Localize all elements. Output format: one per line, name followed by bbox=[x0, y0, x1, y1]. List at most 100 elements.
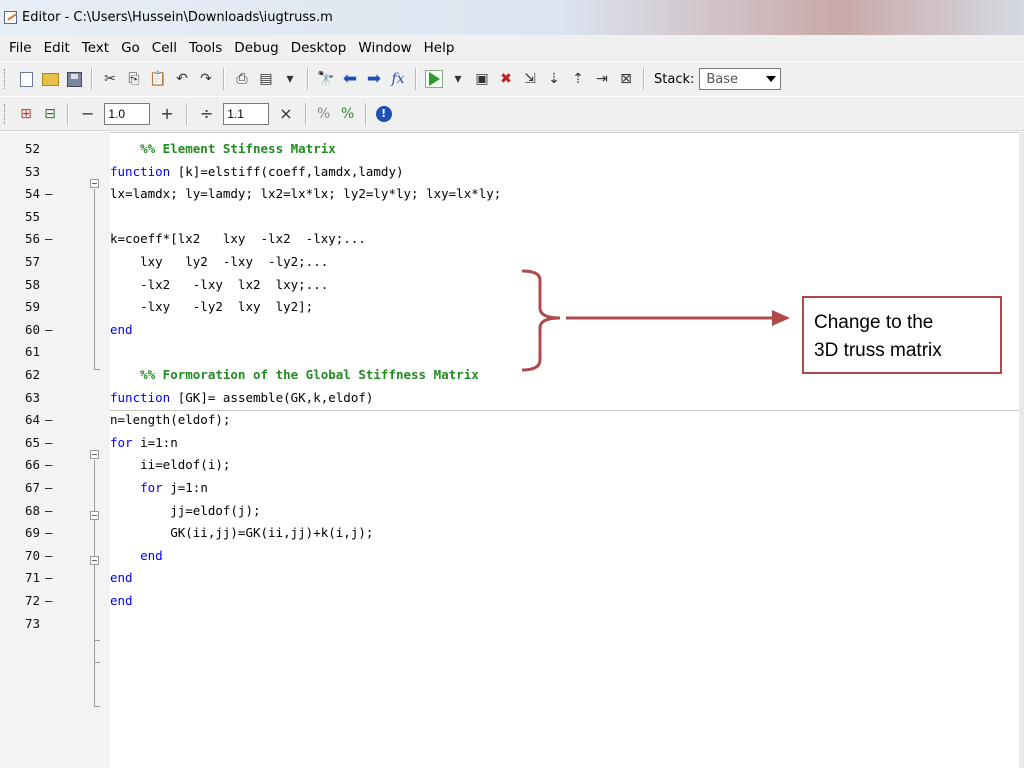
decrement-button[interactable]: − bbox=[81, 104, 94, 123]
decrement-value-input[interactable] bbox=[104, 102, 151, 125]
breakpoint-marker[interactable]: – bbox=[45, 480, 53, 495]
code-line[interactable]: 54– lx=lamdx; ly=lamdy; lx2=lx*lx; ly2=ly… bbox=[0, 183, 1024, 205]
breakpoint-marker[interactable]: – bbox=[45, 186, 53, 201]
breakpoint-marker[interactable]: – bbox=[45, 525, 53, 540]
breakpoint-marker[interactable]: – bbox=[45, 548, 53, 563]
step-in-button[interactable]: ⇣ bbox=[545, 70, 563, 88]
fold-end-marker bbox=[94, 369, 100, 370]
increment-button[interactable]: + bbox=[160, 104, 173, 123]
code-line[interactable]: 56– k=coeff*[lx2 lxy -lx2 -lxy;... bbox=[0, 228, 1024, 250]
breakpoint-set-button[interactable]: ▣ bbox=[473, 70, 491, 88]
toolbar-grip[interactable] bbox=[4, 103, 8, 124]
open-file-button[interactable] bbox=[41, 70, 59, 88]
breakpoint-marker[interactable]: – bbox=[45, 570, 53, 585]
code-line[interactable]: 73 bbox=[0, 613, 1024, 635]
publish-button[interactable]: ▤ bbox=[257, 70, 275, 88]
multiply-button[interactable]: × bbox=[279, 104, 292, 123]
fold-toggle[interactable] bbox=[90, 556, 99, 565]
cell-percent-button[interactable]: % bbox=[339, 105, 357, 123]
clear-breakpoints-button[interactable]: ✖ bbox=[497, 70, 515, 88]
breakpoint-marker[interactable]: – bbox=[45, 435, 53, 450]
breakpoint-marker[interactable]: – bbox=[45, 322, 53, 337]
toolbar-separator bbox=[643, 68, 645, 90]
menu-help[interactable]: Help bbox=[418, 40, 461, 56]
menu-window[interactable]: Window bbox=[352, 40, 417, 56]
paste-icon: 📋 bbox=[149, 71, 167, 87]
menu-tools[interactable]: Tools bbox=[183, 40, 228, 56]
fold-end-marker bbox=[94, 662, 100, 663]
comment-percent-button[interactable]: % bbox=[315, 105, 333, 123]
divide-button[interactable]: ÷ bbox=[200, 104, 213, 123]
line-code: end bbox=[110, 570, 133, 586]
breakpoint-marker[interactable]: – bbox=[45, 231, 53, 246]
fold-toggle[interactable] bbox=[90, 511, 99, 520]
code-line[interactable]: 66– ii=eldof(i); bbox=[0, 454, 1024, 476]
save-button[interactable] bbox=[65, 70, 83, 88]
line-code: -lxy -ly2 lxy ly2]; bbox=[110, 299, 314, 315]
cut-button[interactable]: ✂ bbox=[101, 70, 119, 88]
code-line[interactable]: 67– for j=1:n bbox=[0, 477, 1024, 499]
code-line[interactable]: 58 -lx2 -lxy lx2 lxy;... bbox=[0, 274, 1024, 296]
evaluate-cell-button[interactable]: ⊟ bbox=[41, 105, 59, 123]
undo-button[interactable]: ↶ bbox=[173, 70, 191, 88]
vertical-scrollbar[interactable] bbox=[1019, 132, 1024, 768]
code-line[interactable]: 63 function [GK]= assemble(GK,k,eldof) bbox=[0, 387, 1024, 409]
redo-button[interactable]: ↷ bbox=[197, 70, 215, 88]
menu-cell[interactable]: Cell bbox=[146, 40, 183, 56]
menu-file[interactable]: File bbox=[3, 40, 38, 56]
code-editor[interactable]: 52 %% Element Stifness Matrix 53 function … bbox=[0, 132, 1024, 768]
breakpoint-marker[interactable]: – bbox=[45, 412, 53, 427]
breakpoint-marker[interactable]: – bbox=[45, 503, 53, 518]
line-code: k=coeff*[lx2 lxy -lx2 -lxy;... bbox=[110, 231, 366, 247]
fold-end-marker bbox=[94, 706, 100, 707]
code-line[interactable]: 65– for i=1:n bbox=[0, 432, 1024, 454]
stack-select[interactable]: Base bbox=[699, 68, 782, 90]
toolbar-grip[interactable] bbox=[4, 69, 8, 89]
code-line[interactable]: 52 %% Element Stifness Matrix bbox=[0, 138, 1024, 160]
code-line[interactable]: 71– end bbox=[0, 567, 1024, 589]
scissors-icon: ✂ bbox=[104, 71, 116, 87]
new-file-button[interactable] bbox=[17, 70, 35, 88]
print-button[interactable]: ⎙ bbox=[233, 70, 251, 88]
menu-edit[interactable]: Edit bbox=[38, 40, 76, 56]
multiply-value-input[interactable] bbox=[223, 102, 270, 125]
run-dropdown[interactable]: ▾ bbox=[449, 70, 467, 88]
breakpoint-marker[interactable]: – bbox=[45, 457, 53, 472]
menu-bar: File Edit Text Go Cell Tools Debug Deskt… bbox=[0, 35, 1024, 61]
code-line[interactable]: 64– n=length(eldof); bbox=[0, 409, 1024, 431]
menu-go[interactable]: Go bbox=[115, 40, 146, 56]
paste-button[interactable]: 📋 bbox=[149, 70, 167, 88]
insert-cell-button[interactable]: ⊞ bbox=[17, 105, 35, 123]
code-line[interactable]: 53 function [k]=elstiff(coeff,lamdx,lamdy… bbox=[0, 161, 1024, 183]
copy-button[interactable]: ⎘ bbox=[125, 70, 143, 88]
code-line[interactable]: 68– jj=eldof(j); bbox=[0, 500, 1024, 522]
run-button[interactable] bbox=[425, 70, 443, 88]
code-line[interactable]: 72– end bbox=[0, 590, 1024, 612]
forward-button[interactable]: ➡ bbox=[365, 70, 383, 88]
continue-button[interactable]: ⇥ bbox=[593, 70, 611, 88]
code-line[interactable]: 57 lxy ly2 -lxy -ly2;... bbox=[0, 251, 1024, 273]
breakpoint-marker[interactable]: – bbox=[45, 593, 53, 608]
toolbar-separator bbox=[307, 68, 309, 90]
cell-toolbar: ⊞ ⊟ − + ÷ × % % ! bbox=[0, 97, 1024, 131]
line-number: 55 bbox=[24, 208, 40, 224]
step-button[interactable]: ⇲ bbox=[521, 70, 539, 88]
back-button[interactable]: ⬅ bbox=[341, 70, 359, 88]
menu-debug[interactable]: Debug bbox=[228, 40, 284, 56]
fold-toggle[interactable] bbox=[90, 179, 99, 188]
exit-debug-button[interactable]: ⊠ bbox=[617, 70, 635, 88]
code-line[interactable]: 55 bbox=[0, 206, 1024, 228]
menu-desktop[interactable]: Desktop bbox=[285, 40, 353, 56]
cell-info-button[interactable]: ! bbox=[375, 105, 393, 123]
menu-text[interactable]: Text bbox=[76, 40, 115, 56]
fold-toggle[interactable] bbox=[90, 450, 99, 459]
editor-app-icon bbox=[4, 11, 17, 24]
find-button[interactable]: 🔭 bbox=[317, 70, 335, 88]
annotation-callout: Change to the 3D truss matrix bbox=[802, 296, 1002, 374]
code-line[interactable]: 70– end bbox=[0, 545, 1024, 567]
step-out-button[interactable]: ⇡ bbox=[569, 70, 587, 88]
code-line[interactable]: 69– GK(ii,jj)=GK(ii,jj)+k(i,j); bbox=[0, 522, 1024, 544]
publish-dropdown[interactable]: ▾ bbox=[281, 70, 299, 88]
line-number: 56 bbox=[24, 231, 40, 247]
function-button[interactable]: fx bbox=[389, 70, 407, 88]
